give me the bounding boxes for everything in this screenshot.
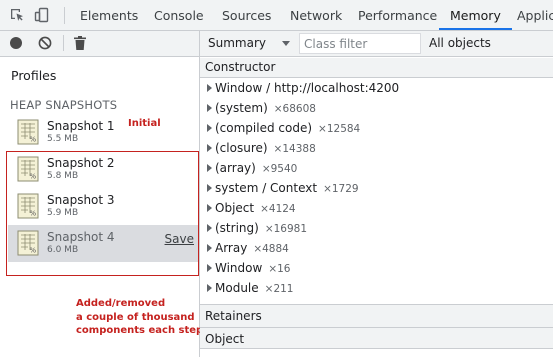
expand-arrow-icon[interactable] xyxy=(207,124,212,132)
toolbar-divider xyxy=(64,7,65,24)
tab-network[interactable]: Network xyxy=(290,0,342,30)
object-column-header[interactable]: Object xyxy=(200,327,553,349)
constructor-row[interactable]: system / Context ×1729 xyxy=(200,178,553,198)
instance-count: ×16 xyxy=(268,263,291,275)
annotation-note: Added/removed a couple of thousand compo… xyxy=(76,297,203,338)
object-column-label: Object xyxy=(205,332,245,346)
instance-count: ×4124 xyxy=(260,203,296,215)
constructor-name: (closure) xyxy=(215,141,268,155)
constructor-name: Window xyxy=(215,261,263,275)
constructor-column-header[interactable]: Constructor xyxy=(200,58,553,78)
class-filter-input[interactable] xyxy=(299,33,421,54)
retainers-heading[interactable]: Retainers xyxy=(205,309,262,323)
expand-arrow-icon[interactable] xyxy=(207,204,212,212)
instance-count: ×1729 xyxy=(323,183,359,195)
heap-snapshot-icon: % xyxy=(17,119,39,145)
constructor-row[interactable]: Module ×211 xyxy=(200,278,553,298)
tab-application[interactable]: Applicati xyxy=(517,0,553,30)
expand-arrow-icon[interactable] xyxy=(207,164,212,172)
device-toolbar-icon[interactable] xyxy=(34,7,50,23)
retainers-body xyxy=(200,349,553,357)
instance-count: ×12584 xyxy=(318,123,361,135)
constructor-list: Window / http://localhost:4200 (system) ×… xyxy=(200,78,553,298)
snapshot-item-1[interactable]: % Snapshot 1 5.5 MB xyxy=(8,114,198,151)
annotation-note-line: components each step xyxy=(76,325,204,336)
expand-arrow-icon[interactable] xyxy=(207,104,212,112)
annotation-initial: Initial xyxy=(128,118,161,129)
expand-arrow-icon[interactable] xyxy=(207,184,212,192)
clear-icon[interactable] xyxy=(38,36,52,50)
expand-arrow-icon[interactable] xyxy=(207,144,212,152)
tab-memory[interactable]: Memory xyxy=(439,0,512,30)
tab-performance[interactable]: Performance xyxy=(358,0,437,30)
constructor-name: Object xyxy=(215,201,255,215)
record-icon[interactable] xyxy=(10,37,22,49)
instance-count: ×14388 xyxy=(273,143,316,155)
constructor-name: system / Context xyxy=(215,181,318,195)
garbage-collect-icon[interactable] xyxy=(74,36,86,50)
expand-arrow-icon[interactable] xyxy=(207,84,212,92)
constructor-row[interactable]: (array) ×9540 xyxy=(200,158,553,178)
tab-elements[interactable]: Elements xyxy=(80,0,138,30)
expand-arrow-icon[interactable] xyxy=(207,244,212,252)
object-scope-select[interactable]: All objects xyxy=(429,36,491,50)
svg-text:%: % xyxy=(30,136,37,144)
expand-arrow-icon[interactable] xyxy=(207,224,212,232)
constructor-name: Window / http://localhost:4200 xyxy=(215,81,400,95)
instance-count: ×4884 xyxy=(253,243,289,255)
constructor-name: (array) xyxy=(215,161,256,175)
constructor-name: Array xyxy=(215,241,248,255)
instance-count: ×68608 xyxy=(273,103,316,115)
inspect-element-icon[interactable] xyxy=(9,7,25,23)
retainers-panel: Retainers Object xyxy=(200,304,553,357)
snapshot-toolbar: Summary All objects xyxy=(200,31,553,57)
constructor-row[interactable]: (closure) ×14388 xyxy=(200,138,553,158)
constructor-name: Module xyxy=(215,281,259,295)
instance-count: ×9540 xyxy=(261,163,298,175)
constructor-row[interactable]: Object ×4124 xyxy=(200,198,553,218)
expand-arrow-icon[interactable] xyxy=(207,264,212,272)
constructor-row[interactable]: (compiled code) ×12584 xyxy=(200,118,553,138)
heap-snapshots-heading: HEAP SNAPSHOTS xyxy=(10,98,118,112)
annotation-note-line: a couple of thousand xyxy=(76,311,195,323)
constructor-row[interactable]: Window ×16 xyxy=(200,258,553,278)
instance-count: ×211 xyxy=(264,283,294,295)
profiles-toolbar xyxy=(0,31,199,57)
tab-console[interactable]: Console xyxy=(154,0,204,30)
tab-sources[interactable]: Sources xyxy=(222,0,271,30)
snapshot-size: 5.5 MB xyxy=(47,134,79,144)
annotation-highlight-box xyxy=(6,151,199,276)
expand-arrow-icon[interactable] xyxy=(207,284,212,292)
constructor-row[interactable]: (system) ×68608 xyxy=(200,98,553,118)
instance-count: ×16981 xyxy=(264,223,308,235)
constructor-row[interactable]: Array ×4884 xyxy=(200,238,553,258)
toolbar-divider xyxy=(63,35,64,51)
perspective-select[interactable]: Summary xyxy=(208,36,266,50)
annotation-note-line: Added/removed xyxy=(76,298,166,309)
constructor-name: (system) xyxy=(215,101,268,115)
snapshot-name: Snapshot 1 xyxy=(47,119,115,133)
constructor-row[interactable]: (string) ×16981 xyxy=(200,218,553,238)
constructor-name: (compiled code) xyxy=(215,121,313,135)
devtools-tab-bar: Elements Console Sources Network Perform… xyxy=(0,0,553,31)
constructor-row[interactable]: Window / http://localhost:4200 xyxy=(200,78,553,98)
constructor-name: (string) xyxy=(215,221,259,235)
chevron-down-icon[interactable] xyxy=(282,41,290,46)
profiles-heading: Profiles xyxy=(11,68,57,83)
